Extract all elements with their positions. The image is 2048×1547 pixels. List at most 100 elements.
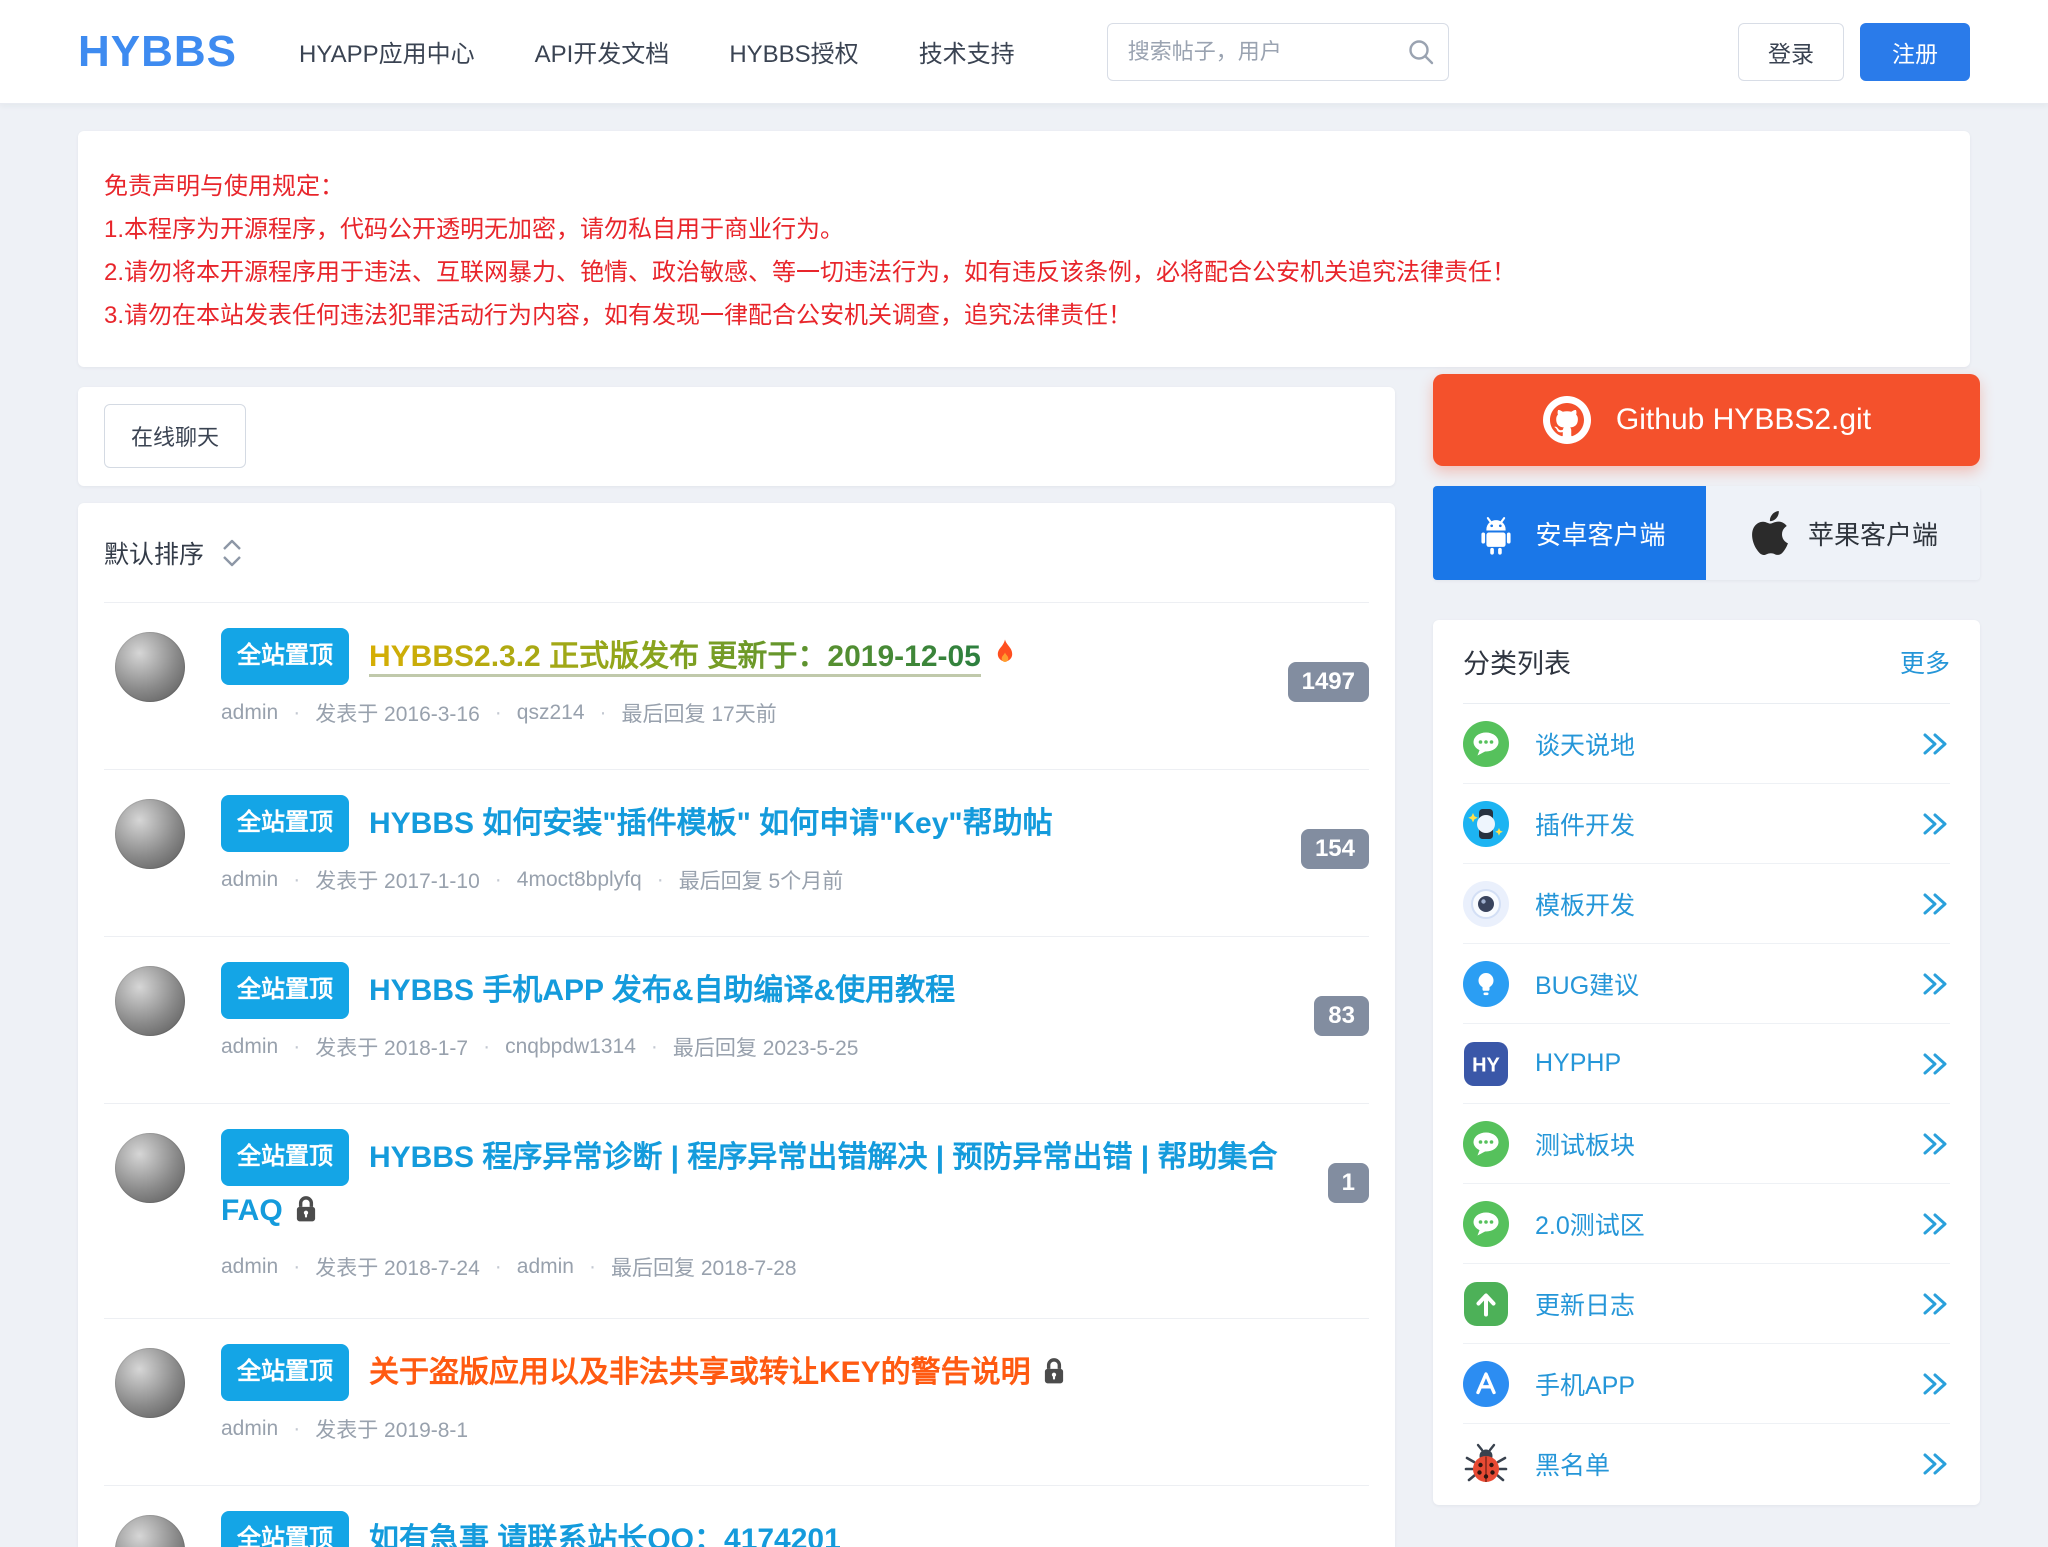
hybbs-forum-page: { "navbar": { "logo": "HYBBS", "links": … — [0, 0, 2048, 1547]
meta-username-link[interactable]: admin — [221, 868, 278, 892]
meta-username-link[interactable]: cnqbpdw1314 — [505, 1035, 636, 1059]
dot-separator: · — [293, 701, 300, 725]
disclaimer-card: 免责声明与使用规定： 1.本程序为开源程序，代码公开透明无加密，请勿私自用于商业… — [78, 131, 1970, 367]
reply-count-badge: 83 — [1314, 996, 1369, 1036]
category-label[interactable]: 更新日志 — [1535, 1286, 1920, 1322]
register-button[interactable]: 注册 — [1860, 23, 1970, 81]
category-header: 分类列表 更多 — [1463, 620, 1950, 704]
disclaimer-line: 1.本程序为开源程序，代码公开透明无加密，请勿私自用于商业行为。 — [104, 208, 1944, 251]
post-body: 全站置顶HYBBS2.3.2 正式版发布 更新于：2019-12-05 admi… — [221, 628, 1268, 769]
post-body: 全站置顶如有急事 请联系站长QQ：4174201 — [221, 1511, 1369, 1547]
double-chevron-right-icon[interactable] — [1920, 1130, 1950, 1158]
post-title-link[interactable]: HYBBS 如何安装"插件模板" 如何申请"Key"帮助帖 — [369, 807, 1053, 840]
category-row[interactable]: 2.0测试区 — [1463, 1184, 1950, 1264]
meta-username-link[interactable]: admin — [221, 1417, 278, 1441]
nav-link-hyapp[interactable]: HYAPP应用中心 — [299, 34, 475, 69]
category-label[interactable]: 测试板块 — [1535, 1126, 1920, 1162]
lens-icon — [1463, 881, 1509, 927]
hy-icon: HY — [1463, 1041, 1509, 1087]
avatar[interactable] — [115, 1348, 185, 1418]
double-chevron-right-icon[interactable] — [1920, 970, 1950, 998]
fire-icon — [991, 636, 1019, 685]
post-title-line: 全站置顶如有急事 请联系站长QQ：4174201 — [221, 1511, 1369, 1547]
sort-dropdown[interactable]: 默认排序 — [104, 535, 204, 571]
meta-info: 发表于 2018-7-24 — [315, 1252, 480, 1282]
meta-username-link[interactable]: admin — [221, 1035, 278, 1059]
category-row[interactable]: BUG建议 — [1463, 944, 1950, 1024]
chat-card: 在线聊天 — [78, 387, 1395, 486]
nav-links: HYAPP应用中心 API开发文档 HYBBS授权 技术支持 — [299, 34, 1015, 69]
category-row[interactable]: HY HYPHP — [1463, 1024, 1950, 1104]
avatar[interactable] — [115, 799, 185, 869]
avatar[interactable] — [115, 1133, 185, 1203]
github-repo-button[interactable]: Github HYBBS2.git — [1433, 374, 1980, 466]
search-input[interactable] — [1107, 23, 1449, 81]
apple-icon — [1748, 511, 1792, 555]
dot-separator: · — [657, 868, 664, 892]
disclaimer-line: 免责声明与使用规定： — [104, 165, 1944, 208]
online-chat-button[interactable]: 在线聊天 — [104, 404, 246, 468]
double-chevron-right-icon[interactable] — [1920, 1050, 1950, 1078]
category-label[interactable]: 插件开发 — [1535, 806, 1920, 842]
category-row[interactable]: 模板开发 — [1463, 864, 1950, 944]
apple-client-button[interactable]: 苹果客户端 — [1706, 486, 1980, 580]
github-button-label: Github HYBBS2.git — [1616, 403, 1871, 437]
post-title-line: 全站置顶HYBBS 手机APP 发布&自助编译&使用教程 — [221, 962, 1294, 1019]
category-row[interactable]: 谈天说地 — [1463, 704, 1950, 784]
double-chevron-right-icon[interactable] — [1920, 1290, 1950, 1318]
category-row[interactable]: 插件开发 — [1463, 784, 1950, 864]
double-chevron-right-icon[interactable] — [1920, 1210, 1950, 1238]
svg-text:HY: HY — [1472, 1054, 1500, 1076]
sort-direction-icon[interactable] — [220, 537, 244, 569]
category-label[interactable]: 2.0测试区 — [1535, 1206, 1920, 1242]
meta-username-link[interactable]: admin — [517, 1255, 574, 1279]
site-logo[interactable]: HYBBS — [78, 27, 237, 77]
category-label[interactable]: HYPHP — [1535, 1049, 1920, 1078]
android-client-button[interactable]: 安卓客户端 — [1433, 486, 1706, 580]
category-row[interactable]: 黑名单 — [1463, 1424, 1950, 1504]
post-title-line: 全站置顶HYBBS2.3.2 正式版发布 更新于：2019-12-05 — [221, 628, 1268, 685]
double-chevron-right-icon[interactable] — [1920, 810, 1950, 838]
category-label[interactable]: 谈天说地 — [1535, 726, 1920, 762]
meta-info: 最后回复 2023-5-25 — [673, 1032, 859, 1062]
post-body: 全站置顶关于盗版应用以及非法共享或转让KEY的警告说明 admin·发表于 20… — [221, 1344, 1369, 1485]
post-meta: admin·发表于 2019-8-1 — [221, 1414, 1369, 1444]
category-row[interactable]: 手机APP — [1463, 1344, 1950, 1424]
category-label[interactable]: 黑名单 — [1535, 1446, 1920, 1482]
category-label[interactable]: BUG建议 — [1535, 966, 1920, 1002]
meta-username-link[interactable]: admin — [221, 1255, 278, 1279]
post-title-link[interactable]: 如有急事 请联系站长QQ：4174201 — [369, 1523, 841, 1547]
category-label[interactable]: 手机APP — [1535, 1366, 1920, 1402]
avatar[interactable] — [115, 632, 185, 702]
meta-username-link[interactable]: admin — [221, 701, 278, 725]
double-chevron-right-icon[interactable] — [1920, 890, 1950, 918]
nav-link-support[interactable]: 技术支持 — [919, 34, 1015, 69]
meta-username-link[interactable]: qsz214 — [517, 701, 585, 725]
post-title-link[interactable]: HYBBS2.3.2 正式版发布 更新于：2019-12-05 — [369, 640, 981, 677]
nav-link-license[interactable]: HYBBS授权 — [729, 34, 858, 69]
category-list: 谈天说地 插件开发 模板开发 BUG建议 HY HYPHP 测试板块 2.0测试… — [1463, 704, 1950, 1504]
category-more-link[interactable]: 更多 — [1900, 644, 1950, 680]
avatar[interactable] — [115, 966, 185, 1036]
avatar[interactable] — [115, 1515, 185, 1547]
appstore-icon — [1463, 1361, 1509, 1407]
nav-link-api-docs[interactable]: API开发文档 — [535, 34, 670, 69]
double-chevron-right-icon[interactable] — [1920, 1370, 1950, 1398]
category-list-card: 分类列表 更多 谈天说地 插件开发 模板开发 BUG建议 HY HYPHP 测试… — [1433, 620, 1980, 1505]
post-list-header: 默认排序 — [104, 503, 1369, 603]
login-button[interactable]: 登录 — [1738, 23, 1844, 81]
post-title-link[interactable]: HYBBS 程序异常诊断 | 程序异常出错解决 | 预防异常出错 | 帮助集合 … — [221, 1141, 1278, 1227]
post-row: 全站置顶HYBBS2.3.2 正式版发布 更新于：2019-12-05 admi… — [104, 603, 1369, 770]
category-row[interactable]: 测试板块 — [1463, 1104, 1950, 1184]
meta-username-link[interactable]: 4moct8bplyfq — [517, 868, 642, 892]
post-title-link[interactable]: HYBBS 手机APP 发布&自助编译&使用教程 — [369, 974, 955, 1007]
search-icon[interactable] — [1405, 36, 1437, 73]
reply-count-badge: 1497 — [1288, 662, 1369, 702]
post-title-link[interactable]: 关于盗版应用以及非法共享或转让KEY的警告说明 — [369, 1356, 1031, 1389]
double-chevron-right-icon[interactable] — [1920, 730, 1950, 758]
category-label[interactable]: 模板开发 — [1535, 886, 1920, 922]
category-row[interactable]: 更新日志 — [1463, 1264, 1950, 1344]
double-chevron-right-icon[interactable] — [1920, 1450, 1950, 1478]
meta-info: 发表于 2016-3-16 — [315, 698, 480, 728]
chat-icon — [1463, 1121, 1509, 1167]
